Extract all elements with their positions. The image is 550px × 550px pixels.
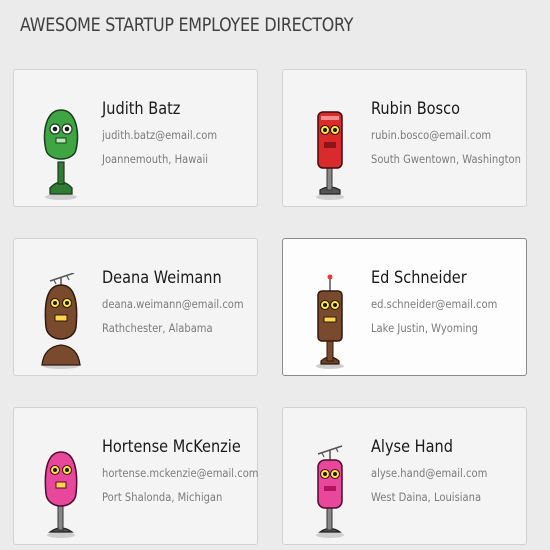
green-robot-icon (36, 104, 86, 200)
employee-card[interactable]: Judith Batz judith.batz@email.com Joanne… (13, 69, 258, 207)
employee-name: Judith Batz (102, 99, 181, 118)
employee-email: alyse.hand@email.com (371, 466, 488, 480)
employee-email: deana.weimann@email.com (102, 297, 244, 311)
pink-robot-icon (36, 442, 86, 538)
employee-card[interactable]: Alyse Hand alyse.hand@email.com West Dai… (282, 407, 527, 545)
pink-antenna-robot-icon (305, 442, 355, 538)
employee-name: Ed Schneider (371, 268, 467, 287)
employee-name: Rubin Bosco (371, 99, 460, 118)
employee-email: ed.schneider@email.com (371, 297, 498, 311)
employee-name: Hortense McKenzie (102, 437, 241, 456)
employee-location: Port Shalonda, Michigan (102, 490, 223, 504)
employee-location: Joannemouth, Hawaii (102, 152, 209, 166)
employee-location: Lake Justin, Wyoming (371, 321, 479, 335)
employee-location: South Gwentown, Washington (371, 152, 521, 166)
brown-robot-icon (305, 273, 355, 369)
red-robot-icon (305, 104, 355, 200)
employee-email: rubin.bosco@email.com (371, 128, 492, 142)
brown-antenna-robot-icon (36, 273, 86, 369)
employee-email: judith.batz@email.com (102, 128, 218, 142)
employee-card[interactable]: Ed Schneider ed.schneider@email.com Lake… (282, 238, 527, 376)
employee-card[interactable]: Hortense McKenzie hortense.mckenzie@emai… (13, 407, 259, 545)
employee-location: West Daina, Louisiana (371, 490, 482, 504)
employee-card[interactable]: Deana Weimann deana.weimann@email.com Ra… (13, 238, 258, 376)
employee-card[interactable]: Rubin Bosco rubin.bosco@email.com South … (282, 69, 527, 207)
employee-location: Rathchester, Alabama (102, 321, 213, 335)
employee-name: Deana Weimann (102, 268, 222, 287)
employee-name: Alyse Hand (371, 437, 453, 456)
page-title: AWESOME STARTUP EMPLOYEE DIRECTORY (20, 15, 354, 36)
employee-email: hortense.mckenzie@email.com (102, 466, 259, 480)
